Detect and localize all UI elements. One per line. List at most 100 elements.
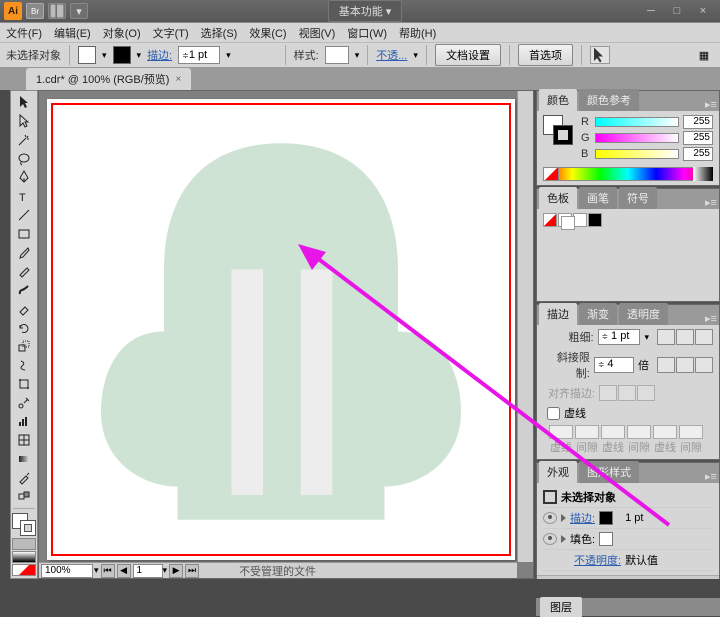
- dashed-checkbox[interactable]: [547, 407, 560, 420]
- tab-appearance[interactable]: 外观: [539, 461, 577, 483]
- join-buttons[interactable]: [657, 357, 713, 373]
- spectrum-bar[interactable]: [543, 167, 713, 181]
- stroke-color-swatch[interactable]: [599, 511, 613, 525]
- artboard[interactable]: [47, 99, 515, 560]
- panel-collapse-icon[interactable]: ▦: [694, 46, 714, 64]
- fill-stroke-preview[interactable]: [543, 115, 573, 145]
- document-setup-button[interactable]: 文档设置: [435, 44, 501, 66]
- fill-swatch[interactable]: [78, 46, 96, 64]
- cursor-icon[interactable]: [590, 46, 610, 64]
- menu-effect[interactable]: 效果(C): [249, 25, 286, 41]
- workspace-switcher[interactable]: 基本功能 ▾: [328, 0, 403, 22]
- b-value[interactable]: 255: [683, 147, 713, 161]
- vertical-scrollbar[interactable]: [517, 91, 533, 562]
- maximize-button[interactable]: □: [664, 3, 690, 19]
- r-slider[interactable]: [595, 117, 679, 127]
- tab-gradient[interactable]: 渐变: [579, 303, 617, 325]
- document-tab[interactable]: 1.cdr* @ 100% (RGB/预览)×: [26, 68, 191, 90]
- warp-tool-icon[interactable]: [12, 356, 36, 375]
- first-page-icon[interactable]: ⏮: [101, 564, 115, 578]
- selection-tool-icon[interactable]: [12, 93, 36, 112]
- opacity-link[interactable]: 不透...: [376, 47, 407, 63]
- stroke-weight-input[interactable]: ≑ 1 pt: [598, 329, 641, 345]
- bridge-icon[interactable]: Br: [26, 3, 44, 19]
- menu-select[interactable]: 选择(S): [201, 25, 238, 41]
- close-button[interactable]: ×: [690, 3, 716, 19]
- lasso-tool-icon[interactable]: [12, 149, 36, 168]
- canvas-area[interactable]: 100% ▾ ⏮ ◀ 1 ▾ ▶ ⏭ 不受管理的文件: [38, 90, 534, 579]
- close-tab-icon[interactable]: ×: [175, 74, 181, 85]
- expand-icon[interactable]: [561, 535, 566, 543]
- horizontal-scrollbar[interactable]: 100% ▾ ⏮ ◀ 1 ▾ ▶ ⏭ 不受管理的文件: [39, 562, 517, 578]
- panel-menu-icon[interactable]: ▸≡: [703, 312, 719, 325]
- dropdown-icon[interactable]: ▾: [94, 565, 99, 576]
- g-slider[interactable]: [595, 133, 679, 143]
- color-mode-buttons[interactable]: [12, 538, 36, 576]
- blob-brush-tool-icon[interactable]: [12, 281, 36, 300]
- magic-wand-tool-icon[interactable]: [12, 131, 36, 150]
- dropdown-icon[interactable]: ▾: [226, 50, 231, 61]
- next-page-icon[interactable]: ▶: [169, 564, 183, 578]
- tab-transparency[interactable]: 透明度: [619, 303, 668, 325]
- last-page-icon[interactable]: ⏭: [185, 564, 199, 578]
- gradient-tool-icon[interactable]: [12, 450, 36, 469]
- visibility-icon[interactable]: [543, 533, 557, 545]
- blend-tool-icon[interactable]: [12, 487, 36, 506]
- stroke-link[interactable]: 描边:: [147, 47, 172, 63]
- paintbrush-tool-icon[interactable]: [12, 243, 36, 262]
- free-transform-tool-icon[interactable]: [12, 374, 36, 393]
- tab-symbols[interactable]: 符号: [619, 187, 657, 209]
- b-slider[interactable]: [595, 149, 679, 159]
- tab-color[interactable]: 颜色: [539, 89, 577, 111]
- panel-menu-icon[interactable]: ▸≡: [703, 98, 719, 111]
- tab-stroke[interactable]: 描边: [539, 303, 577, 325]
- graph-tool-icon[interactable]: [12, 412, 36, 431]
- fill-color-swatch[interactable]: [599, 532, 613, 546]
- fill-stroke-swatch[interactable]: [12, 513, 36, 536]
- page-field[interactable]: 1: [133, 564, 163, 578]
- menu-file[interactable]: 文件(F): [6, 25, 42, 41]
- opacity-link[interactable]: 不透明度:: [574, 552, 621, 568]
- symbol-sprayer-tool-icon[interactable]: [12, 393, 36, 412]
- tab-graphic-styles[interactable]: 图形样式: [579, 461, 639, 483]
- tab-color-guide[interactable]: 颜色参考: [579, 89, 639, 111]
- expand-icon[interactable]: [561, 514, 566, 522]
- miter-limit-input[interactable]: ≑ 4: [594, 357, 634, 373]
- dropdown-icon[interactable]: ▾: [355, 50, 360, 61]
- scale-tool-icon[interactable]: [12, 337, 36, 356]
- preferences-button[interactable]: 首选项: [518, 44, 573, 66]
- eyedropper-tool-icon[interactable]: [12, 468, 36, 487]
- panel-menu-icon[interactable]: ▸≡: [703, 470, 719, 483]
- g-value[interactable]: 255: [683, 131, 713, 145]
- arrange-icon[interactable]: [48, 3, 66, 19]
- mesh-tool-icon[interactable]: [12, 431, 36, 450]
- layers-panel-tab[interactable]: 图层: [536, 598, 720, 616]
- dropdown-icon[interactable]: ▾: [413, 50, 418, 61]
- swap-chevron-icon[interactable]: ▾: [102, 50, 107, 61]
- line-tool-icon[interactable]: [12, 206, 36, 225]
- stroke-swatch[interactable]: [113, 46, 131, 64]
- dropdown-icon[interactable]: ▾: [163, 565, 168, 576]
- prev-page-icon[interactable]: ◀: [117, 564, 131, 578]
- swap-chevron-icon[interactable]: ▾: [137, 50, 142, 61]
- visibility-icon[interactable]: [543, 512, 557, 524]
- menu-window[interactable]: 窗口(W): [347, 25, 387, 41]
- swatch-grid[interactable]: [543, 213, 713, 227]
- stroke-link[interactable]: 描边:: [570, 510, 595, 526]
- dropdown-icon[interactable]: ▾: [70, 3, 88, 19]
- menu-object[interactable]: 对象(O): [103, 25, 141, 41]
- stroke-weight-field[interactable]: ≑1 pt: [178, 46, 220, 64]
- r-value[interactable]: 255: [683, 115, 713, 129]
- minimize-button[interactable]: ─: [638, 3, 664, 19]
- menu-type[interactable]: 文字(T): [153, 25, 189, 41]
- pen-tool-icon[interactable]: [12, 168, 36, 187]
- menu-view[interactable]: 视图(V): [299, 25, 336, 41]
- panel-menu-icon[interactable]: ▸≡: [703, 196, 719, 209]
- style-swatch[interactable]: [325, 46, 349, 64]
- tab-brushes[interactable]: 画笔: [579, 187, 617, 209]
- pencil-tool-icon[interactable]: [12, 262, 36, 281]
- rectangle-tool-icon[interactable]: [12, 224, 36, 243]
- eraser-tool-icon[interactable]: [12, 299, 36, 318]
- tab-swatches[interactable]: 色板: [539, 187, 577, 209]
- menu-help[interactable]: 帮助(H): [399, 25, 436, 41]
